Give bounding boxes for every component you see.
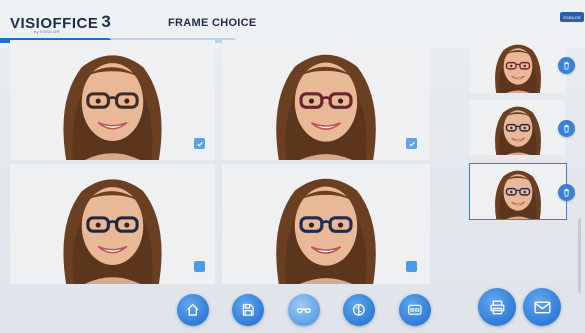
save-icon: [242, 304, 254, 316]
save-button[interactable]: [232, 294, 264, 326]
select-checkbox-4[interactable]: [406, 261, 417, 272]
thumbnail-2[interactable]: [470, 100, 566, 155]
glasses-icon: [297, 308, 311, 314]
photo-frame-2[interactable]: [222, 40, 430, 160]
glasses-button[interactable]: [288, 294, 320, 326]
email-icon: [534, 301, 550, 313]
email-button[interactable]: [523, 288, 561, 326]
select-checkbox-2[interactable]: [406, 138, 417, 149]
logo-subtitle: by ESSILOR: [34, 29, 60, 34]
checkmark-icon: [196, 141, 203, 147]
thumbnail-scrollbar[interactable]: [578, 218, 581, 293]
photo-grid: [10, 40, 430, 284]
brand-badge: ESSILOR: [560, 12, 584, 22]
delete-thumbnail-1-button[interactable]: [558, 57, 575, 74]
brand-badge-label: ESSILOR: [563, 14, 581, 20]
checkmark-icon: [408, 141, 415, 147]
photo-frame-4[interactable]: [222, 164, 430, 284]
app-logo: VISIOFFICE 3 by ESSILOR: [10, 12, 111, 34]
thumbnail-1[interactable]: [470, 38, 566, 93]
select-checkbox-1[interactable]: [194, 138, 205, 149]
photo-frame-1[interactable]: [10, 40, 215, 160]
home-button[interactable]: [177, 294, 209, 326]
trash-icon: [564, 188, 569, 197]
compare-icon: [353, 304, 365, 316]
delete-thumbnail-2-button[interactable]: [558, 120, 575, 137]
select-checkbox-3[interactable]: [194, 261, 205, 272]
print-button[interactable]: [478, 288, 516, 326]
thumbnail-3[interactable]: [469, 163, 567, 220]
trash-icon: [564, 124, 569, 133]
logo-version: 3: [101, 12, 111, 31]
frames-button[interactable]: [399, 294, 431, 326]
thumbnail-list: [469, 38, 580, 223]
frames-icon: [408, 304, 422, 316]
delete-thumbnail-3-button[interactable]: [558, 184, 575, 201]
print-icon: [490, 300, 504, 314]
home-icon: [187, 304, 199, 316]
trash-icon: [564, 61, 569, 70]
page-title: FRAME CHOICE: [168, 17, 257, 29]
photo-frame-3[interactable]: [10, 164, 215, 284]
compare-button[interactable]: [343, 294, 375, 326]
